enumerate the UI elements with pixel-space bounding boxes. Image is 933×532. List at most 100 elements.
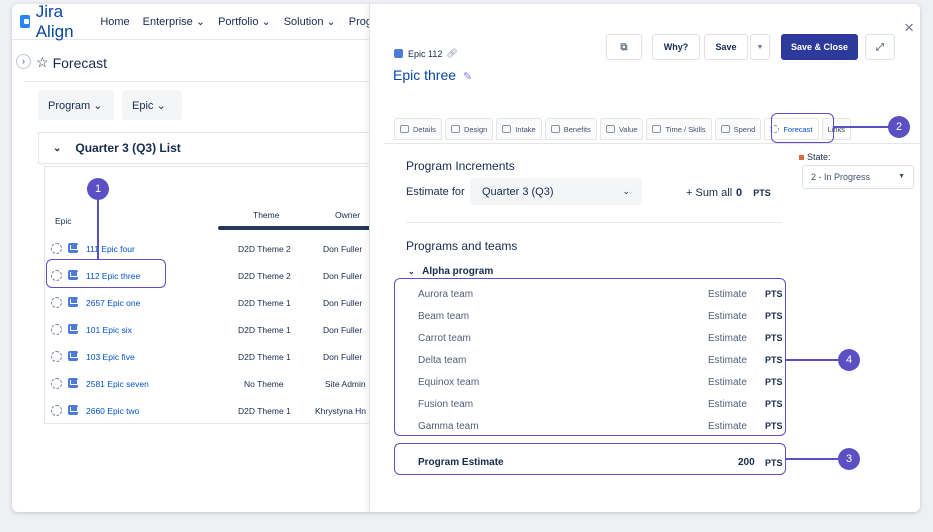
epic-link[interactable]: 103 Epic five: [86, 352, 135, 362]
why-button[interactable]: Why?: [652, 34, 700, 60]
drag-handle-icon[interactable]: [51, 378, 62, 389]
table-row[interactable]: 101 Epic six D2D Theme 1 Don Fuller: [45, 316, 375, 343]
sum-all-button[interactable]: + Sum all: [686, 187, 732, 199]
quarter-list-header[interactable]: ⌄ Quarter 3 (Q3) List: [38, 132, 378, 164]
epic-reference: Epic 112 🔗︎: [394, 48, 458, 59]
epic-icon: [394, 49, 403, 58]
epic-link[interactable]: 2657 Epic one: [86, 298, 140, 308]
epic-link[interactable]: 2660 Epic two: [86, 406, 139, 416]
callout-line: [97, 198, 99, 260]
theme-cell: D2D Theme 1: [238, 406, 291, 416]
expand-button[interactable]: ⤢: [865, 34, 895, 60]
table-row[interactable]: 2581 Epic seven No Theme Site Admin: [45, 370, 375, 397]
epic-filter[interactable]: Epic ⌄: [122, 90, 182, 120]
spend-icon: [720, 125, 730, 133]
drag-handle-icon[interactable]: [51, 351, 62, 362]
highlight-program-estimate: [394, 443, 786, 475]
nav-home[interactable]: Home: [100, 16, 129, 28]
table-row[interactable]: 2657 Epic one D2D Theme 1 Don Fuller: [45, 289, 375, 316]
owner-cell: Don Fuller: [323, 298, 363, 308]
drag-handle-icon[interactable]: [51, 297, 62, 308]
column-header-epic[interactable]: Epic: [55, 216, 72, 226]
epic-title-text: Epic three: [393, 67, 457, 83]
close-icon[interactable]: ×: [904, 18, 914, 38]
benefits-icon: [550, 125, 560, 133]
jira-logo-icon: [20, 15, 30, 28]
theme-cell: No Theme: [244, 379, 284, 389]
tab-spend[interactable]: Spend: [714, 118, 762, 140]
epic-id: Epic 112: [408, 48, 443, 59]
program-group-toggle[interactable]: ⌄ Alpha program: [408, 266, 493, 277]
divider: [24, 81, 372, 82]
callout-badge-1: 1: [87, 178, 109, 200]
drag-handle-icon[interactable]: [51, 405, 62, 416]
jira-align-logo[interactable]: Jira Align: [20, 4, 87, 42]
theme-cell: D2D Theme 2: [238, 244, 291, 254]
tab-value[interactable]: Value: [599, 118, 644, 140]
table-row[interactable]: 2660 Epic two D2D Theme 1 Khrystyna Hn: [45, 397, 375, 424]
value-icon: [605, 125, 615, 133]
tab-label: Details: [413, 124, 436, 134]
theme-cell: D2D Theme 1: [238, 352, 291, 362]
epic-icon: [68, 324, 78, 334]
theme-cell: D2D Theme 1: [238, 325, 291, 335]
expand-sidebar-button[interactable]: ›: [16, 54, 31, 69]
app-window: Jira Align Home Enterprise ⌄ Portfolio ⌄…: [12, 4, 920, 512]
estimate-for-label: Estimate for: [406, 186, 465, 198]
state-label-text: State:: [807, 152, 831, 162]
tab-design[interactable]: Design: [444, 118, 494, 140]
expand-icon: ⤢: [876, 41, 884, 53]
owner-cell: Don Fuller: [323, 325, 363, 335]
details-icon: [400, 125, 409, 133]
epic-title: Epic three ✎: [393, 67, 472, 83]
logo-text: Jira Align: [35, 4, 74, 41]
program-increment-select[interactable]: Quarter 3 (Q3) ⌄: [470, 178, 642, 205]
page-title: ☆ Forecast: [36, 54, 107, 71]
column-header-theme[interactable]: Theme: [253, 210, 279, 220]
highlight-team-estimates: [394, 278, 786, 436]
save-button[interactable]: Save: [704, 34, 748, 60]
program-name: Alpha program: [422, 266, 494, 277]
program-filter[interactable]: Program ⌄: [38, 90, 114, 120]
save-options-dropdown[interactable]: ▼: [750, 34, 770, 60]
callout-line: [786, 458, 838, 460]
tab-details[interactable]: Details: [394, 118, 442, 140]
star-icon[interactable]: ☆: [36, 54, 49, 71]
nav-portfolio[interactable]: Portfolio ⌄: [218, 15, 271, 28]
table-row[interactable]: 111 Epic four D2D Theme 2 Don Fuller: [45, 235, 375, 262]
epic-link[interactable]: 101 Epic six: [86, 325, 132, 335]
epic-icon: [68, 243, 78, 253]
epic-icon: [68, 405, 78, 415]
chevron-down-icon: ⌄: [53, 142, 62, 154]
callout-line: [834, 126, 890, 128]
tab-time-skills[interactable]: Time / Skills: [646, 118, 712, 140]
tab-label: Benefits: [563, 124, 591, 134]
column-header-owner[interactable]: Owner: [335, 210, 360, 220]
program-increments-heading: Program Increments: [406, 159, 515, 173]
tree-view-button[interactable]: ⧉: [606, 34, 642, 60]
tab-label: Value: [618, 124, 638, 134]
nav-solution[interactable]: Solution ⌄: [284, 15, 336, 28]
state-select[interactable]: 2 - In Progress ▼: [802, 165, 914, 189]
save-and-close-button[interactable]: Save & Close: [781, 34, 858, 60]
divider: [384, 143, 920, 144]
epic-link[interactable]: 111 Epic four: [86, 244, 135, 254]
highlight-epic-row: [46, 259, 166, 288]
drag-handle-icon[interactable]: [51, 324, 62, 335]
tab-label: Time / Skills: [665, 124, 706, 134]
tab-intake[interactable]: Intake: [496, 118, 542, 140]
tab-label: Intake: [515, 124, 536, 134]
link-icon[interactable]: 🔗︎: [446, 48, 457, 59]
table-row[interactable]: 103 Epic five D2D Theme 1 Don Fuller: [45, 343, 375, 370]
nav-enterprise[interactable]: Enterprise ⌄: [143, 15, 205, 28]
edit-pencil-icon[interactable]: ✎: [463, 71, 472, 83]
drag-handle-icon[interactable]: [51, 243, 62, 254]
owner-cell: Don Fuller: [323, 244, 363, 254]
horizontal-scrollbar[interactable]: [218, 226, 378, 230]
tab-benefits[interactable]: Benefits: [544, 118, 597, 140]
intake-icon: [502, 125, 512, 133]
epic-link[interactable]: 2581 Epic seven: [86, 379, 149, 389]
state-label: State:: [799, 152, 831, 162]
theme-cell: D2D Theme 1: [238, 298, 291, 308]
owner-cell: Khrystyna Hn: [315, 406, 367, 416]
